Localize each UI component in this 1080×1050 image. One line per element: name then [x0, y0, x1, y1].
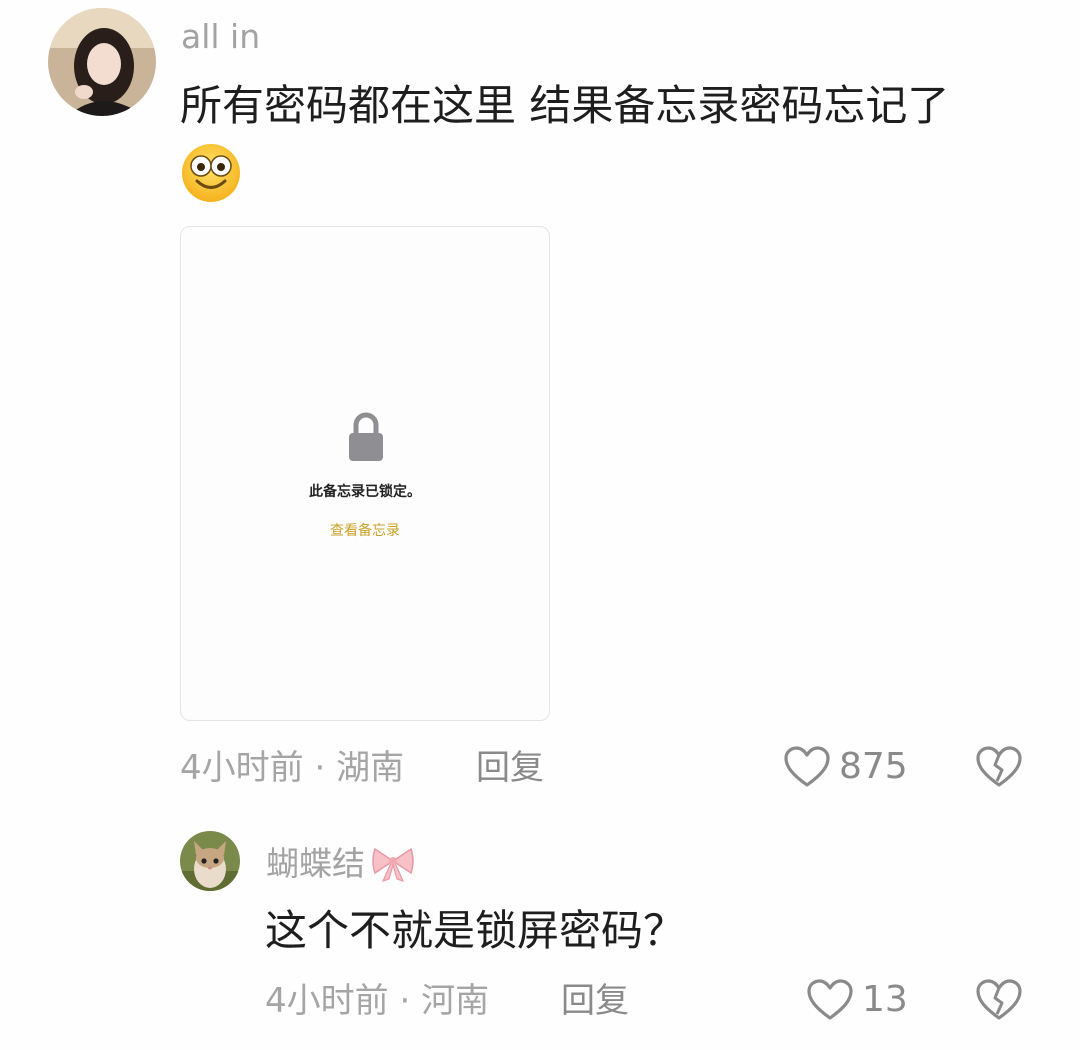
comment-text: 所有密码都在这里 结果备忘录密码忘记了 — [180, 81, 950, 130]
comment-text: 这个不就是锁屏密码？ — [265, 906, 686, 955]
comment-time: 4小时前 — [265, 981, 389, 1021]
meta-separator: · — [303, 748, 337, 788]
reply-button[interactable]: 回复 — [476, 751, 544, 785]
cat-avatar-icon — [180, 831, 240, 891]
avatar[interactable] — [180, 831, 240, 891]
like-count: 13 — [862, 979, 908, 1020]
attached-image[interactable]: 此备忘录已锁定。 查看备忘录 — [180, 226, 550, 721]
smile-face-emoji-icon — [180, 142, 242, 204]
username[interactable]: all in — [181, 20, 260, 53]
reply-button[interactable]: 回复 — [561, 984, 629, 1018]
heart-icon — [784, 746, 830, 787]
like-button[interactable]: 875 — [783, 745, 908, 789]
comment-location: 湖南 — [336, 748, 405, 788]
broken-heart-icon — [976, 979, 1022, 1020]
meta-separator: · — [388, 981, 422, 1021]
view-note-link[interactable]: 查看备忘录 — [181, 520, 549, 540]
dislike-button[interactable] — [975, 745, 1023, 789]
comment-location: 河南 — [421, 981, 490, 1021]
locked-note-text: 此备忘录已锁定。 — [309, 484, 421, 500]
comment-thread: all in 所有密码都在这里 结果备忘录密码忘记了 此备忘录已锁定。 查看备忘… — [0, 0, 1080, 1050]
like-button[interactable]: 13 — [806, 978, 908, 1022]
bow-emoji-icon — [372, 847, 414, 882]
comment-time: 4小时前 — [180, 748, 304, 788]
dislike-button[interactable] — [975, 978, 1023, 1022]
like-count: 875 — [839, 746, 908, 787]
lock-icon — [347, 411, 385, 463]
avatar-photo-icon — [48, 8, 156, 116]
broken-heart-icon — [976, 746, 1022, 787]
heart-icon — [807, 979, 853, 1020]
username[interactable]: 蝴蝶结 — [266, 843, 417, 883]
comment-meta: 4小时前 · 河南 — [265, 984, 489, 1018]
avatar[interactable] — [48, 8, 156, 116]
comment-meta: 4小时前 · 湖南 — [180, 751, 404, 785]
